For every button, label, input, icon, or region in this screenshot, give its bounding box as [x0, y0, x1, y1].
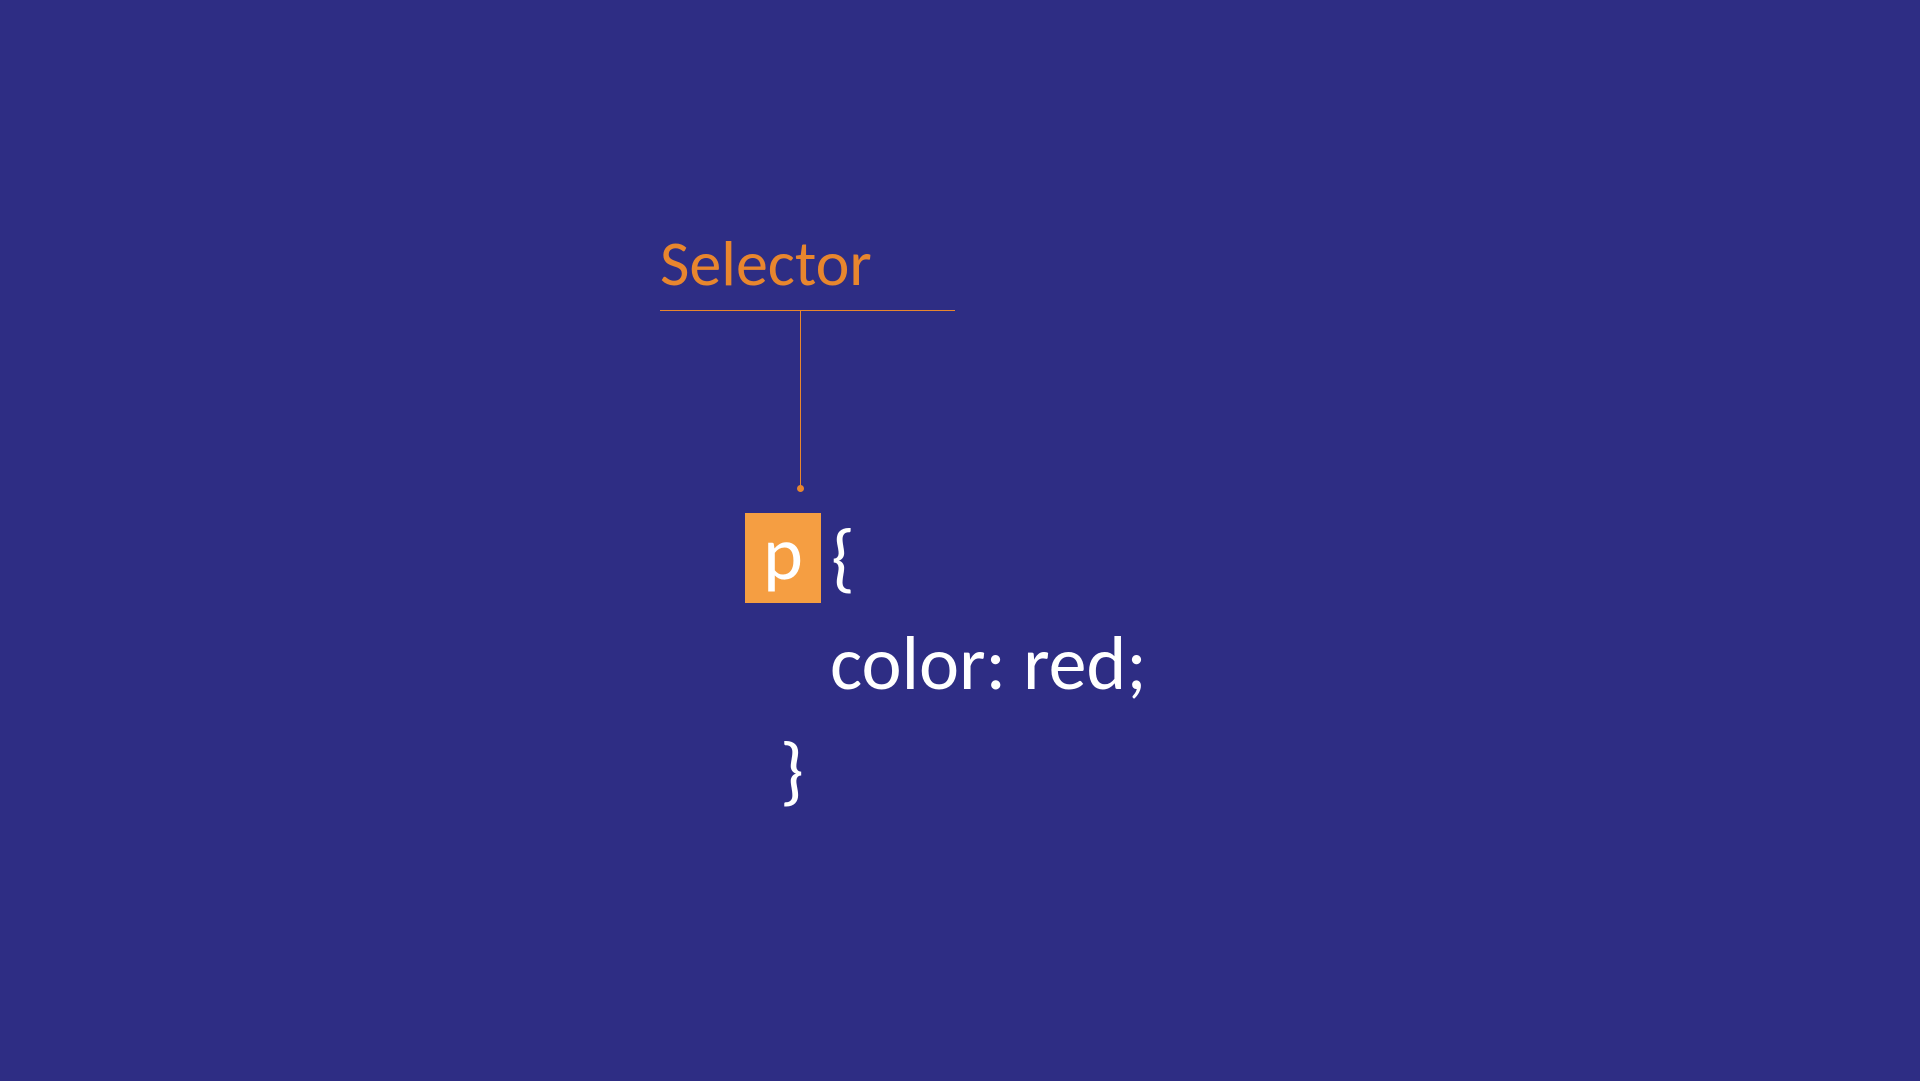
css-code-block: p { color: red; } [745, 505, 1147, 824]
selector-label-container: Selector [660, 225, 872, 315]
brace-open: { [831, 505, 855, 611]
connector-line [800, 310, 801, 488]
code-line-selector: p { [745, 505, 1147, 611]
code-line-declaration: color: red; [830, 611, 1147, 717]
connector-dot [797, 485, 804, 492]
label-underline [660, 310, 955, 311]
brace-close: } [780, 718, 1147, 824]
selector-label: Selector [660, 225, 872, 315]
selector-highlight: p [745, 513, 821, 603]
